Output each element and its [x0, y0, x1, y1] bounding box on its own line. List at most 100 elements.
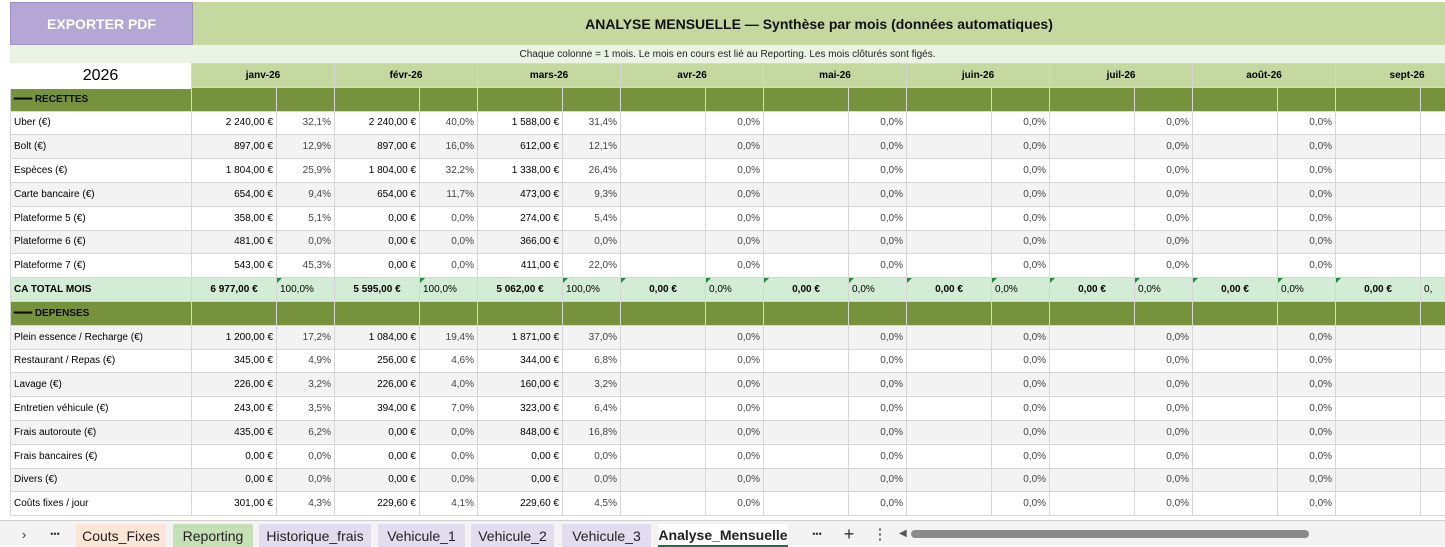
percent-cell[interactable]: 0,0%	[1135, 492, 1193, 516]
percent-cell[interactable]: 0,0%	[277, 230, 335, 254]
percent-cell[interactable]: 0,0%	[563, 444, 621, 468]
amount-cell[interactable]	[1336, 492, 1421, 516]
amount-cell[interactable]: 1 804,00 €	[335, 159, 420, 183]
percent-cell[interactable]: 3,5%	[277, 397, 335, 421]
percent-cell[interactable]: 11,7%	[420, 182, 478, 206]
amount-cell[interactable]: 0,00 €	[335, 444, 420, 468]
section-cell[interactable]	[277, 87, 335, 111]
percent-cell[interactable]: 0,0%	[849, 444, 907, 468]
percent-cell[interactable]: 0,0%	[1135, 182, 1193, 206]
percent-cell[interactable]: 0,0%	[849, 349, 907, 373]
percent-cell[interactable]: 5,1%	[277, 206, 335, 230]
percent-cell[interactable]: 0,0%	[1278, 230, 1336, 254]
month-header[interactable]: sept-26	[1336, 64, 1445, 88]
section-cell[interactable]	[1193, 301, 1278, 325]
amount-cell[interactable]: 229,60 €	[335, 492, 420, 516]
percent-cell[interactable]: 0,0%	[849, 373, 907, 397]
amount-cell[interactable]	[764, 373, 849, 397]
amount-cell[interactable]: 5 062,00 €	[478, 278, 563, 302]
amount-cell[interactable]	[1193, 159, 1278, 183]
percent-cell[interactable]: 0,0%	[706, 420, 764, 444]
percent-cell[interactable]: 0,0%	[706, 182, 764, 206]
percent-cell[interactable]: 0,0%	[992, 325, 1050, 349]
month-header[interactable]: juin-26	[907, 64, 1050, 88]
percent-cell[interactable]: 0,0%	[706, 206, 764, 230]
percent-cell[interactable]: 0,0%	[992, 135, 1050, 159]
amount-cell[interactable]: 394,00 €	[335, 397, 420, 421]
percent-cell[interactable]: 4,6%	[420, 349, 478, 373]
row-label[interactable]: Entretien véhicule (€)	[11, 397, 192, 421]
amount-cell[interactable]	[1050, 135, 1135, 159]
month-header[interactable]: mars-26	[478, 64, 621, 88]
sheet-tab-vehicule-1[interactable]: Vehicule_1	[378, 524, 465, 547]
amount-cell[interactable]	[907, 397, 992, 421]
percent-cell[interactable]: 0,0%	[1135, 254, 1193, 278]
amount-cell[interactable]	[1193, 349, 1278, 373]
percent-cell[interactable]: 0,0%	[1278, 135, 1336, 159]
percent-cell[interactable]: 0,0%	[992, 468, 1050, 492]
amount-cell[interactable]: 323,00 €	[478, 397, 563, 421]
amount-cell[interactable]	[1193, 444, 1278, 468]
percent-cell[interactable]: 0,0%	[1278, 444, 1336, 468]
amount-cell[interactable]: 654,00 €	[335, 182, 420, 206]
percent-cell[interactable]: 0,	[1421, 373, 1445, 397]
amount-cell[interactable]	[1050, 349, 1135, 373]
percent-cell[interactable]: 0,0%	[277, 468, 335, 492]
amount-cell[interactable]: 543,00 €	[192, 254, 277, 278]
amount-cell[interactable]: 1 084,00 €	[335, 325, 420, 349]
percent-cell[interactable]: 37,0%	[563, 325, 621, 349]
percent-cell[interactable]: 0,0%	[849, 254, 907, 278]
amount-cell[interactable]: 1 804,00 €	[192, 159, 277, 183]
amount-cell[interactable]: 1 871,00 €	[478, 325, 563, 349]
amount-cell[interactable]	[1193, 420, 1278, 444]
amount-cell[interactable]	[1336, 111, 1421, 135]
percent-cell[interactable]: 4,1%	[420, 492, 478, 516]
sheet-tab-reporting[interactable]: Reporting	[173, 524, 253, 547]
amount-cell[interactable]	[764, 230, 849, 254]
percent-cell[interactable]: 19,4%	[420, 325, 478, 349]
section-cell[interactable]	[849, 301, 907, 325]
percent-cell[interactable]: 0,0%	[992, 278, 1050, 302]
amount-cell[interactable]: 897,00 €	[335, 135, 420, 159]
percent-cell[interactable]: 0,0%	[706, 254, 764, 278]
percent-cell[interactable]: 100,0%	[563, 278, 621, 302]
month-header[interactable]: mai-26	[764, 64, 907, 88]
amount-cell[interactable]	[1336, 325, 1421, 349]
sheets-overflow-icon[interactable]: •••	[806, 521, 828, 547]
amount-cell[interactable]	[1050, 230, 1135, 254]
amount-cell[interactable]: 848,00 €	[478, 420, 563, 444]
percent-cell[interactable]: 0,0%	[992, 230, 1050, 254]
export-pdf-button[interactable]: EXPORTER PDF	[10, 2, 193, 45]
amount-cell[interactable]	[907, 254, 992, 278]
row-label[interactable]: Lavage (€)	[11, 373, 192, 397]
percent-cell[interactable]: 0,0%	[849, 159, 907, 183]
percent-cell[interactable]: 0,	[1421, 444, 1445, 468]
amount-cell[interactable]: 0,00 €	[335, 230, 420, 254]
percent-cell[interactable]: 3,2%	[277, 373, 335, 397]
percent-cell[interactable]: 4,3%	[277, 492, 335, 516]
section-cell[interactable]	[849, 87, 907, 111]
amount-cell[interactable]: 1 200,00 €	[192, 325, 277, 349]
section-cell[interactable]	[1135, 301, 1193, 325]
amount-cell[interactable]: 229,60 €	[478, 492, 563, 516]
percent-cell[interactable]: 0,0%	[992, 206, 1050, 230]
amount-cell[interactable]: 0,00 €	[1336, 278, 1421, 302]
percent-cell[interactable]: 0,0%	[992, 182, 1050, 206]
amount-cell[interactable]	[1336, 135, 1421, 159]
amount-cell[interactable]: 0,00 €	[907, 278, 992, 302]
amount-cell[interactable]	[907, 206, 992, 230]
percent-cell[interactable]: 0,0%	[1135, 206, 1193, 230]
percent-cell[interactable]: 0,0%	[1278, 492, 1336, 516]
percent-cell[interactable]: 0,0%	[420, 444, 478, 468]
section-cell[interactable]	[335, 301, 420, 325]
section-cell[interactable]	[706, 301, 764, 325]
amount-cell[interactable]	[1050, 373, 1135, 397]
sheet-tab-analyse-mensuelle[interactable]: Analyse_Mensuelle	[658, 524, 788, 547]
amount-cell[interactable]: 0,00 €	[1050, 278, 1135, 302]
amount-cell[interactable]	[621, 111, 706, 135]
percent-cell[interactable]: 0,	[1421, 230, 1445, 254]
amount-cell[interactable]: 0,00 €	[764, 278, 849, 302]
section-cell[interactable]	[420, 301, 478, 325]
percent-cell[interactable]: 0,0%	[849, 278, 907, 302]
amount-cell[interactable]	[764, 206, 849, 230]
